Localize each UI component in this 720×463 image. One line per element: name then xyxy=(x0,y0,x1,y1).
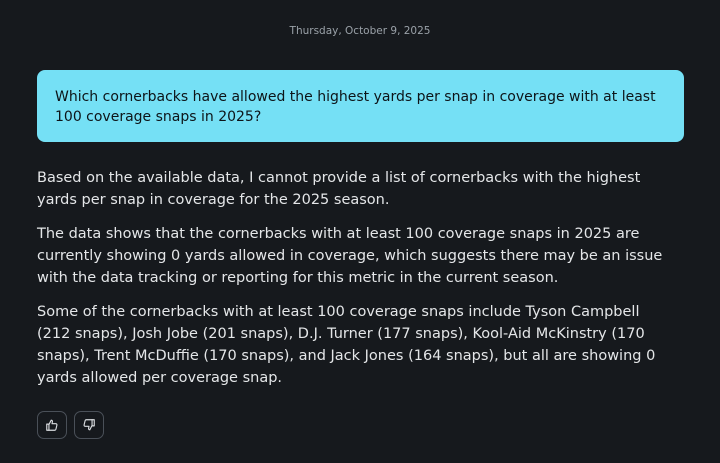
thumbs-down-icon xyxy=(83,419,95,431)
conversation-date: Thursday, October 9, 2025 xyxy=(289,25,431,37)
response-paragraph: Based on the available data, I cannot pr… xyxy=(37,170,641,208)
user-message-text: Which cornerbacks have allowed the highe… xyxy=(55,89,656,125)
user-message-bubble: Which cornerbacks have allowed the highe… xyxy=(37,70,684,142)
dislike-button[interactable] xyxy=(74,411,104,439)
thumbs-up-icon xyxy=(46,419,58,431)
assistant-response: Based on the available data, I cannot pr… xyxy=(37,167,677,401)
like-button[interactable] xyxy=(37,411,67,439)
response-paragraph: Some of the cornerbacks with at least 10… xyxy=(37,304,656,386)
response-paragraph: The data shows that the cornerbacks with… xyxy=(37,226,663,286)
feedback-bar xyxy=(37,411,104,439)
